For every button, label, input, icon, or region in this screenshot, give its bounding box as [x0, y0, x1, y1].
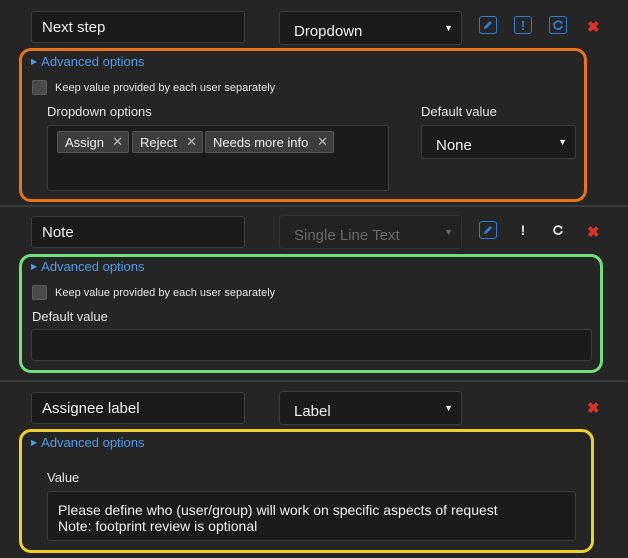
advanced-options-label: Advanced options [41, 54, 145, 69]
default-value-label: Default value [421, 104, 497, 119]
value-text-line-1: Please define who (user/group) will work… [58, 502, 498, 518]
field-type-value: Dropdown [294, 23, 363, 40]
pencil-icon [484, 226, 492, 234]
refresh-icon [553, 20, 563, 30]
default-value-select[interactable]: None ▼ [421, 125, 576, 159]
exclamation-icon: ! [520, 222, 526, 238]
default-value-label: Default value [32, 309, 108, 324]
advanced-options-label: Advanced options [41, 259, 145, 274]
keep-value-label: Keep value provided by each user separat… [55, 287, 276, 299]
field-name-input[interactable]: Assignee label [31, 392, 245, 424]
field-name-input[interactable]: Note [31, 216, 245, 248]
field-type-select: Single Line Text ▼ [279, 215, 462, 249]
field-type-select[interactable]: Dropdown ▼ [279, 11, 462, 45]
keep-value-checkbox[interactable] [32, 80, 47, 95]
remove-tag-icon[interactable]: ✕ [112, 134, 123, 150]
advanced-options-label: Advanced options [41, 435, 145, 450]
option-tag: Needs more info ✕ [205, 131, 334, 153]
value-text-line-2: Note: footprint review is optional [58, 518, 258, 534]
remove-tag-icon[interactable]: ✕ [186, 134, 197, 150]
value-textarea[interactable]: Please define who (user/group) will work… [47, 491, 576, 541]
edit-button[interactable] [479, 221, 497, 239]
reset-button[interactable] [549, 16, 567, 34]
caret-down-icon: ▼ [444, 227, 453, 237]
caret-down-icon: ▼ [444, 403, 453, 413]
keep-value-checkbox[interactable] [32, 285, 47, 300]
edit-button[interactable] [479, 16, 497, 34]
advanced-options-toggle[interactable]: ▶ Advanced options [31, 259, 145, 274]
caret-right-icon: ▶ [31, 57, 38, 66]
dropdown-options-input[interactable]: Assign ✕ Reject ✕ Needs more info ✕ [47, 125, 389, 191]
field-type-value: Label [294, 403, 331, 420]
reset-button[interactable] [549, 221, 567, 239]
required-toggle-button[interactable]: ! [514, 16, 532, 34]
option-tag: Reject ✕ [132, 131, 203, 153]
dropdown-options-label: Dropdown options [47, 104, 152, 119]
delete-field-button[interactable]: ✖ [587, 18, 600, 36]
default-value-selected: None [436, 137, 472, 154]
remove-tag-icon[interactable]: ✕ [317, 134, 328, 150]
caret-down-icon: ▼ [444, 23, 453, 33]
option-tag-label: Reject [140, 134, 177, 150]
refresh-icon [553, 225, 563, 235]
caret-right-icon: ▶ [31, 262, 38, 271]
row-divider [0, 380, 628, 382]
field-type-value: Single Line Text [294, 227, 400, 244]
field-name-value: Note [42, 223, 74, 241]
required-toggle-button[interactable]: ! [514, 221, 532, 239]
caret-down-icon: ▼ [558, 137, 567, 147]
delete-field-button[interactable]: ✖ [587, 399, 600, 417]
field-type-select[interactable]: Label ▼ [279, 391, 462, 425]
keep-value-label: Keep value provided by each user separat… [55, 82, 276, 94]
advanced-options-toggle[interactable]: ▶ Advanced options [31, 54, 145, 69]
pencil-icon [484, 21, 492, 29]
field-name-value: Next step [42, 18, 106, 36]
field-name-value: Assignee label [42, 399, 140, 417]
caret-right-icon: ▶ [31, 438, 38, 447]
option-tag: Assign ✕ [57, 131, 129, 153]
advanced-options-toggle[interactable]: ▶ Advanced options [31, 435, 145, 450]
field-name-input[interactable]: Next step [31, 11, 245, 43]
default-value-input[interactable] [31, 329, 592, 361]
option-tag-label: Assign [65, 134, 105, 150]
value-label: Value [47, 470, 80, 485]
option-tag-label: Needs more info [213, 134, 309, 150]
row-divider [0, 205, 628, 207]
exclamation-icon: ! [520, 17, 526, 33]
delete-field-button[interactable]: ✖ [587, 223, 600, 241]
